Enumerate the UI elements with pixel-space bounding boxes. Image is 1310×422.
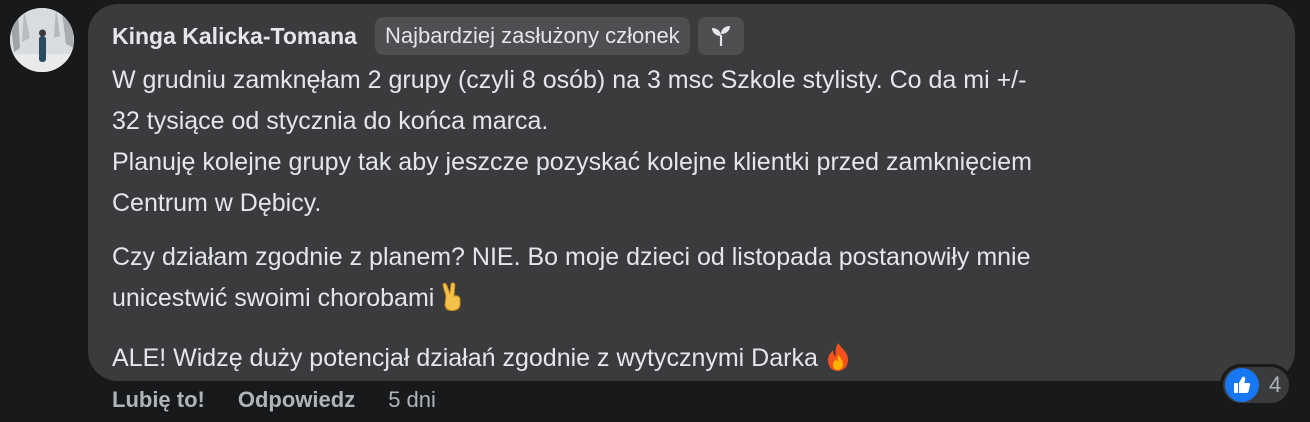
- text-line: unicestwić swoimi chorobami: [112, 284, 435, 312]
- paragraph-3: ALE! Widzę duży potencjał działań zgodni…: [112, 338, 1272, 385]
- victory-hand-icon: [440, 282, 464, 325]
- sprout-icon[interactable]: [697, 17, 744, 55]
- text-line: ALE! Widzę duży potencjał działań zgodni…: [112, 344, 818, 372]
- reactions-summary[interactable]: 4: [1220, 364, 1292, 406]
- paragraph-1: W grudniu zamknęłam 2 grupy (czyli 8 osó…: [112, 60, 1272, 224]
- reaction-count: 4: [1269, 372, 1282, 397]
- text-line: Planuję kolejne grupy tak aby jeszcze po…: [112, 148, 1032, 176]
- text-line: W grudniu zamknęłam 2 grupy (czyli 8 osó…: [112, 66, 1027, 94]
- comment-text: W grudniu zamknęłam 2 grupy (czyli 8 osó…: [112, 60, 1272, 385]
- avatar[interactable]: [10, 8, 74, 72]
- thumbs-up-icon: [1225, 368, 1259, 402]
- reply-button[interactable]: Odpowiedz: [238, 387, 355, 413]
- paragraph-2: Czy działam zgodnie z planem? NIE. Bo mo…: [112, 237, 1272, 325]
- member-badge[interactable]: Najbardziej zasłużony członek: [374, 17, 690, 55]
- comment-header: Kinga Kalicka-Tomana Najbardziej zasłużo…: [112, 17, 744, 55]
- like-button[interactable]: Lubię to!: [112, 387, 205, 413]
- comment-timestamp[interactable]: 5 dni: [388, 387, 436, 413]
- comment-actions: Lubię to! Odpowiedz 5 dni: [112, 387, 436, 413]
- text-line: Centrum w Dębicy.: [112, 189, 322, 217]
- fire-icon: [824, 342, 852, 385]
- text-line: Czy działam zgodnie z planem? NIE. Bo mo…: [112, 243, 1031, 271]
- text-line: 32 tysiące od stycznia do końca marca.: [112, 107, 549, 135]
- author-name[interactable]: Kinga Kalicka-Tomana: [112, 23, 357, 50]
